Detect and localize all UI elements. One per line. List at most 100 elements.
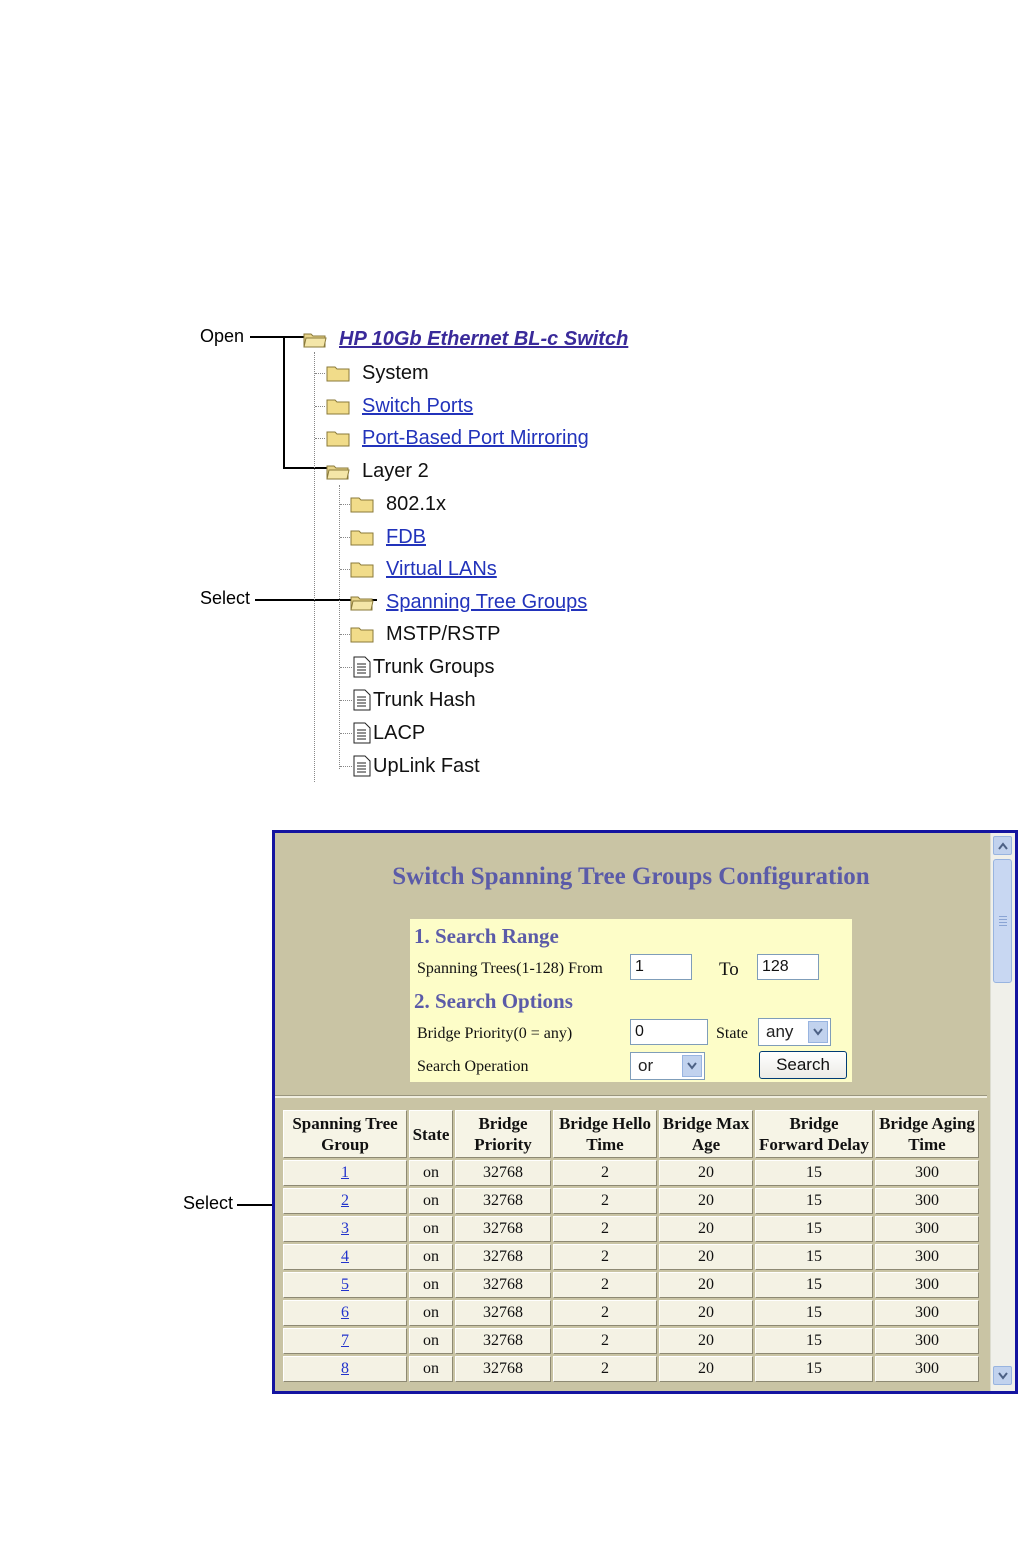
page-title: Switch Spanning Tree Groups Configuratio…: [392, 863, 870, 890]
tree-branch: [340, 700, 352, 701]
state-label: State: [716, 1025, 748, 1042]
tree-item-label[interactable]: Switch Ports: [362, 395, 473, 418]
tree-item-switch-ports[interactable]: Switch Ports: [326, 393, 473, 419]
table-row: 7 on 32768 2 20 15 300: [283, 1328, 979, 1354]
stg-link[interactable]: 2: [341, 1192, 349, 1209]
table-row: 5 on 32768 2 20 15 300: [283, 1272, 979, 1298]
open-folder-icon: [326, 463, 350, 480]
stg-link[interactable]: 3: [341, 1220, 349, 1237]
stg-cell: 5: [283, 1272, 407, 1298]
table-cell: 20: [659, 1188, 753, 1214]
range-from-input[interactable]: 1: [630, 954, 692, 980]
tree-item-label: Layer 2: [362, 459, 429, 482]
callout-select-table: Select: [183, 1193, 234, 1213]
tree-item-spanning-tree-groups[interactable]: Spanning Tree Groups: [350, 589, 587, 615]
table-cell: 2: [553, 1328, 657, 1354]
tree-item-system[interactable]: System: [326, 360, 429, 386]
tree-item-fdb[interactable]: FDB: [350, 524, 426, 550]
tree-item-label: UpLink Fast: [373, 754, 480, 777]
stg-table: Spanning Tree Group State Bridge Priorit…: [281, 1108, 981, 1384]
tree-item-label[interactable]: Port-Based Port Mirroring: [362, 427, 589, 450]
tree-item-label: Trunk Groups: [373, 655, 495, 678]
tree-guide-root: [314, 352, 315, 782]
table-cell: 15: [755, 1244, 873, 1270]
tree-item-layer-2[interactable]: Layer 2: [326, 458, 429, 484]
tree-item-trunk-hash[interactable]: Trunk Hash: [353, 687, 476, 713]
col-header: Bridge Max Age: [659, 1110, 753, 1158]
scroll-thumb[interactable]: [993, 859, 1012, 983]
search-operation-value: or: [638, 1056, 654, 1075]
stg-link[interactable]: 5: [341, 1276, 349, 1293]
state-select[interactable]: any: [758, 1018, 831, 1046]
col-header: Bridge Aging Time: [875, 1110, 979, 1158]
stg-cell: 6: [283, 1300, 407, 1326]
tree-item-mstp-rstp[interactable]: MSTP/RSTP: [350, 621, 500, 647]
vertical-scrollbar[interactable]: [990, 833, 1015, 1391]
table-cell: 300: [875, 1188, 979, 1214]
search-operation-select[interactable]: or: [630, 1052, 705, 1080]
document-icon: [353, 689, 371, 711]
callout-open-connector-horizontal: [283, 467, 329, 469]
scroll-down-button[interactable]: [993, 1366, 1012, 1385]
stg-link[interactable]: 1: [341, 1164, 349, 1181]
table-cell: 20: [659, 1216, 753, 1242]
table-cell: 32768: [455, 1300, 551, 1326]
stg-link[interactable]: 8: [341, 1360, 349, 1377]
table-cell: 32768: [455, 1356, 551, 1382]
tree-item-8021x[interactable]: 802.1x: [350, 491, 446, 517]
stg-link[interactable]: 7: [341, 1332, 349, 1349]
tree-item-lacp[interactable]: LACP: [353, 720, 425, 746]
tree-branch: [315, 373, 325, 374]
tree-root[interactable]: HP 10Gb Ethernet BL-c Switch: [303, 326, 628, 352]
table-cell: 300: [875, 1244, 979, 1270]
folder-icon: [350, 626, 374, 643]
tree-item-virtual-lans[interactable]: Virtual LANs: [350, 556, 497, 582]
chevron-down-icon[interactable]: [808, 1021, 828, 1043]
bridge-priority-label: Bridge Priority(0 = any): [417, 1025, 573, 1042]
tree-item-label[interactable]: Virtual LANs: [386, 558, 497, 581]
tree-item-uplink-fast[interactable]: UpLink Fast: [353, 753, 480, 779]
stg-link[interactable]: 4: [341, 1248, 349, 1265]
table-cell: 15: [755, 1272, 873, 1298]
table-cell: on: [409, 1188, 453, 1214]
table-cell: on: [409, 1244, 453, 1270]
range-to-input[interactable]: 128: [757, 954, 819, 980]
folder-icon: [326, 430, 350, 447]
tree-item-trunk-groups[interactable]: Trunk Groups: [353, 654, 495, 680]
tree-item-label: Trunk Hash: [373, 688, 476, 711]
chevron-down-icon[interactable]: [682, 1055, 702, 1077]
search-button[interactable]: Search: [759, 1051, 847, 1079]
scroll-up-button[interactable]: [993, 836, 1012, 855]
search-options-heading: 2. Search Options: [414, 989, 573, 1013]
grip-line: [999, 922, 1007, 923]
document-icon: [353, 722, 371, 744]
table-cell: 32768: [455, 1160, 551, 1186]
col-header: Spanning Tree Group: [283, 1110, 407, 1158]
tree-branch: [340, 634, 350, 635]
table-row: 4 on 32768 2 20 15 300: [283, 1244, 979, 1270]
stg-cell: 2: [283, 1188, 407, 1214]
bridge-priority-input[interactable]: 0: [630, 1019, 708, 1045]
table-cell: 15: [755, 1356, 873, 1382]
tree-branch: [340, 766, 352, 767]
callout-select-tree: Select: [200, 588, 251, 608]
tree-item-label[interactable]: Spanning Tree Groups: [386, 591, 587, 614]
open-folder-icon: [350, 594, 374, 611]
table-cell: 300: [875, 1160, 979, 1186]
col-header: Bridge Priority: [455, 1110, 551, 1158]
tree-item-port-mirroring[interactable]: Port-Based Port Mirroring: [326, 425, 589, 451]
table-cell: 2: [553, 1160, 657, 1186]
table-cell: on: [409, 1328, 453, 1354]
grip-line: [999, 916, 1007, 917]
stg-config-panel: Switch Spanning Tree Groups Configuratio…: [272, 830, 1018, 1394]
document-icon: [353, 656, 371, 678]
tree-item-label[interactable]: FDB: [386, 526, 426, 549]
range-to-label: To: [719, 959, 739, 980]
tree-branch: [340, 733, 352, 734]
stg-link[interactable]: 6: [341, 1304, 349, 1321]
col-header: Bridge Hello Time: [553, 1110, 657, 1158]
table-cell: 20: [659, 1328, 753, 1354]
stg-cell: 1: [283, 1160, 407, 1186]
stg-cell: 7: [283, 1328, 407, 1354]
tree-root-label[interactable]: HP 10Gb Ethernet BL-c Switch: [339, 328, 628, 351]
